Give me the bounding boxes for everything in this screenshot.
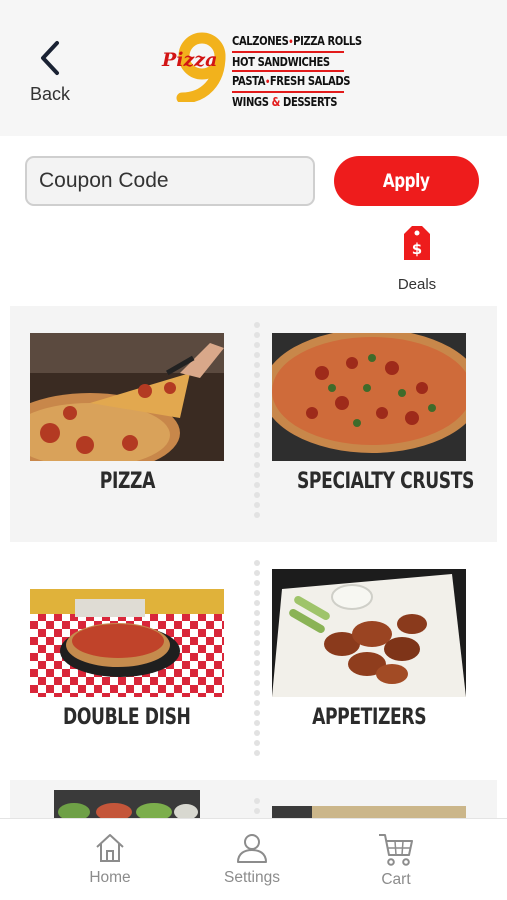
back-label: Back xyxy=(30,84,71,104)
deals-label: Deals xyxy=(397,276,437,293)
pizza-slice-photo xyxy=(30,333,224,461)
row-divider xyxy=(253,560,261,760)
category-label: SPECIALTY CRUSTS xyxy=(296,469,475,494)
home-icon xyxy=(96,834,124,862)
user-icon xyxy=(237,834,267,863)
apply-coupon-button[interactable]: Apply xyxy=(334,156,479,206)
cart-icon xyxy=(379,834,413,866)
category-row-2: DOUBLE DISH APPETIZERS xyxy=(10,542,497,780)
app-header: Back Pizza CALZONES•PIZZA ROLLS HOT SAND… xyxy=(0,0,507,136)
restaurant-logo: Pizza CALZONES•PIZZA ROLLS HOT SANDWICHE… xyxy=(160,30,362,109)
nav-home-label: Home xyxy=(89,869,131,886)
logo-tagline: CALZONES•PIZZA ROLLS HOT SANDWICHES PAST… xyxy=(232,32,362,110)
logo-line-3: PASTA•FRESH SALADS xyxy=(232,73,351,88)
nav-settings[interactable]: Settings xyxy=(207,831,297,887)
category-appetizers[interactable]: APPETIZERS xyxy=(272,569,466,730)
category-label: DOUBLE DISH xyxy=(63,705,191,730)
nav-cart-label: Cart xyxy=(381,871,411,888)
row-divider xyxy=(253,322,261,522)
pizza-9-logo-mark: Pizza xyxy=(161,32,226,102)
row-divider xyxy=(253,798,261,818)
category-label: APPETIZERS xyxy=(311,705,427,730)
nav-cart[interactable]: Cart xyxy=(351,831,441,889)
logo-line-4: WINGS & DESSERTS xyxy=(232,94,338,109)
deep-dish-pizza-photo xyxy=(30,589,224,697)
logo-line-1: CALZONES•PIZZA ROLLS xyxy=(232,33,362,48)
nav-home[interactable]: Home xyxy=(65,831,155,887)
category-specialty-crusts[interactable]: SPECIALTY CRUSTS xyxy=(272,333,475,494)
chicken-wings-photo xyxy=(272,569,466,697)
category-label: PIZZA xyxy=(99,469,155,494)
bottom-navigation: Home Settings Cart xyxy=(0,818,507,900)
category-row-3 xyxy=(10,780,497,820)
category-row-1: PIZZA SPECIALTY CRUSTS xyxy=(10,306,497,542)
coupon-code-input[interactable]: Coupon Code xyxy=(25,156,315,206)
category-pizza[interactable]: PIZZA xyxy=(30,333,224,494)
back-button[interactable]: Back xyxy=(28,40,78,106)
svg-text:Pizza: Pizza xyxy=(161,49,217,71)
specialty-pizza-photo xyxy=(272,333,466,461)
price-tag-icon: $ xyxy=(404,226,430,260)
deals-button[interactable]: $ Deals xyxy=(392,222,442,294)
chevron-left-icon xyxy=(41,41,59,75)
salad-photo xyxy=(54,790,200,820)
nav-settings-label: Settings xyxy=(223,869,280,886)
logo-line-2: HOT SANDWICHES xyxy=(232,54,330,69)
category-double-dish[interactable]: DOUBLE DISH xyxy=(30,589,224,730)
svg-text:$: $ xyxy=(412,240,422,258)
